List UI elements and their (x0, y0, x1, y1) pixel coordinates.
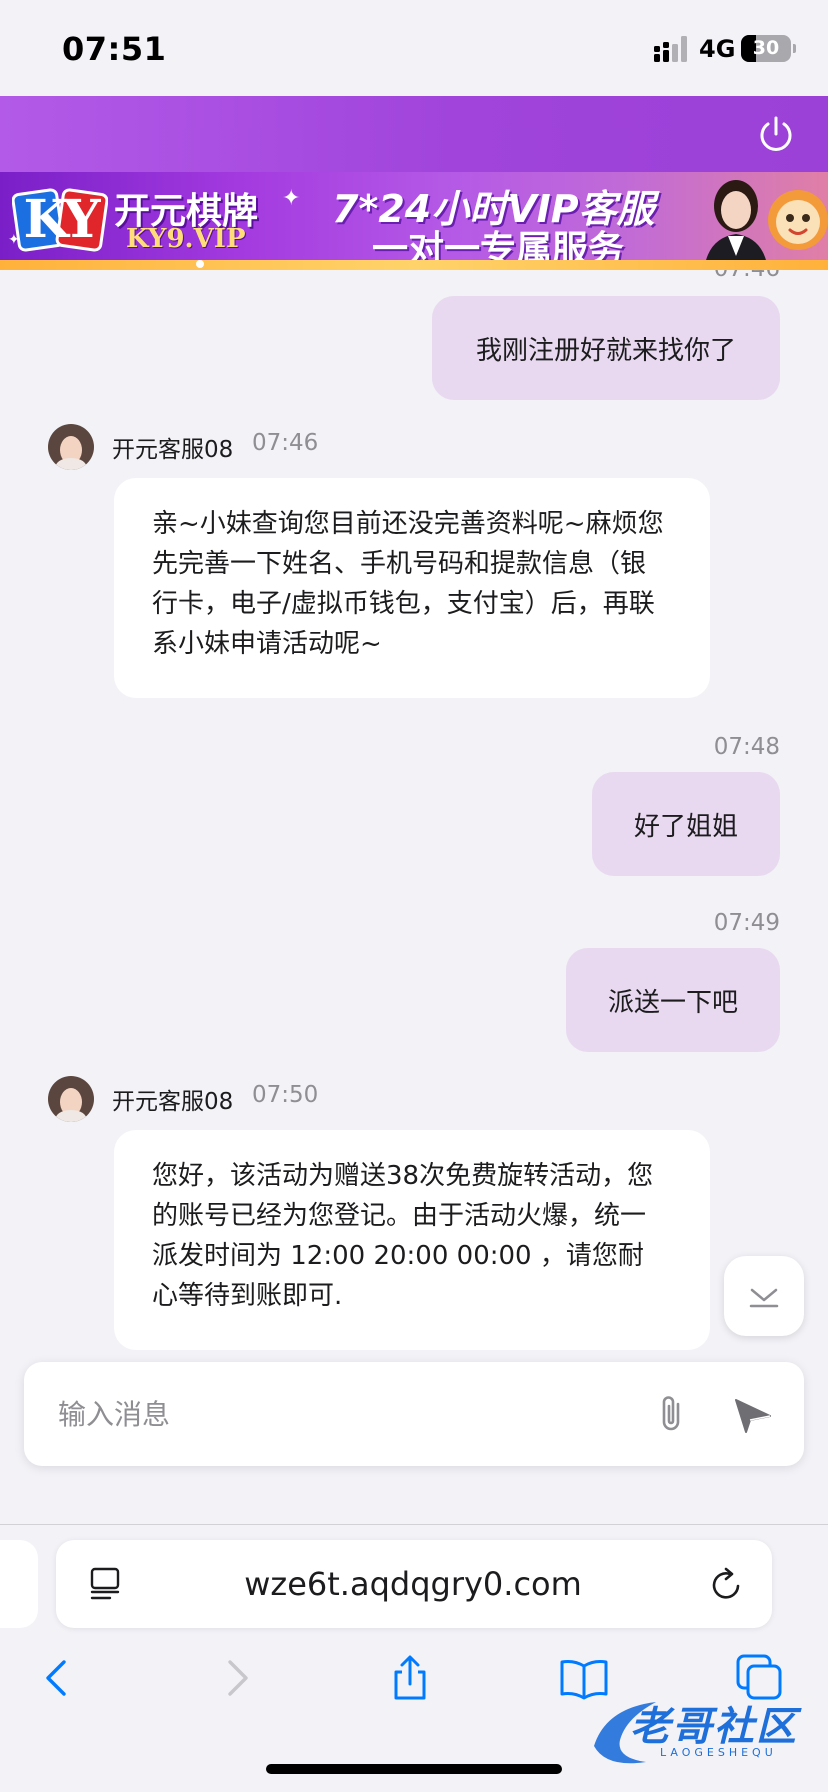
promo-banner[interactable]: KY 开元棋牌 KY9.VIP ✦ ✦ 7*24小时VIP客服 一对一专属服务 (0, 172, 828, 270)
send-icon[interactable] (730, 1392, 774, 1436)
message-text: 好了姐姐 (634, 811, 739, 842)
sparkle-icon: ✦ (282, 186, 301, 211)
battery-cap (793, 44, 796, 53)
paperclip-icon[interactable] (650, 1392, 694, 1436)
incoming-message-bubble: 亲~小妹查询您目前还没完善资料呢~麻烦您 先完善一下姓名、手机号码和提款信息（银… (114, 478, 710, 698)
forward-icon[interactable] (210, 1652, 262, 1704)
message-line: 心等待到账即可. (152, 1281, 343, 1311)
back-icon[interactable] (32, 1652, 84, 1704)
watermark-text: 老哥社区 (630, 1704, 798, 1750)
message-time: 07:46 (252, 430, 319, 456)
reload-icon[interactable] (708, 1564, 746, 1604)
message-time: 07:48 (713, 734, 780, 760)
outgoing-message-bubble: 好了姐姐 (592, 772, 780, 876)
status-time: 07:51 (62, 30, 167, 68)
message-line: 先完善一下姓名、手机号码和提款信息（银 (152, 549, 647, 579)
message-line: 您好，该活动为赠送38次免费旋转活动，您 (152, 1161, 654, 1191)
message-time: 07:46 (714, 270, 780, 282)
message-composer (24, 1362, 804, 1466)
chat-header (0, 96, 828, 172)
watermark-subtext: LAOGESHEQU (660, 1746, 777, 1759)
outgoing-message-bubble: 我刚注册好就来找你了 (432, 296, 780, 400)
message-line: 亲~小妹查询您目前还没完善资料呢~麻烦您 (152, 509, 664, 539)
outgoing-message-bubble: 派送一下吧 (566, 948, 780, 1052)
message-line: 的账号已经为您登记。由于活动火爆，统一 (152, 1201, 647, 1231)
battery-level: 30 (752, 37, 780, 59)
network-type: 4G (699, 35, 736, 63)
previous-tab-preview[interactable] (0, 1540, 38, 1628)
battery-icon: 30 (741, 35, 791, 62)
sparkle-icon: ✦ (8, 232, 20, 248)
message-text: 我刚注册好就来找你了 (475, 335, 736, 366)
brand-domain: KY9.VIP (126, 224, 246, 254)
agent-avatar[interactable] (48, 424, 94, 470)
agent-name: 开元客服08 (112, 1089, 234, 1115)
status-bar: 07:51 4G 30 (0, 0, 828, 96)
message-list[interactable]: 07:46 我刚注册好就来找你了 开元客服08 07:46 亲~小妹查询您目前还… (0, 270, 828, 1360)
chevron-down-icon (749, 1288, 779, 1308)
share-icon[interactable] (384, 1652, 436, 1704)
power-button[interactable] (756, 114, 796, 154)
incoming-message-bubble: 您好，该活动为赠送38次免费旋转活动，您 的账号已经为您登记。由于活动火爆，统一… (114, 1130, 710, 1350)
message-time: 07:49 (713, 910, 780, 936)
page-menu-icon[interactable] (88, 1566, 122, 1602)
logo-text: KY (23, 189, 101, 250)
agent-avatar[interactable] (48, 1076, 94, 1122)
url-text: wze6t.aqdqgry0.com (244, 1565, 582, 1603)
banner-page-dot (196, 260, 204, 268)
home-indicator (266, 1764, 562, 1774)
address-bar[interactable]: wze6t.aqdqgry0.com (56, 1540, 772, 1628)
message-line: 派发时间为 12:00 20:00 00:00 ，请您耐 (152, 1241, 644, 1271)
robot-mascot-icon (768, 190, 828, 250)
message-text: 派送一下吧 (608, 987, 739, 1018)
message-time: 07:50 (252, 1082, 319, 1108)
message-line: 行卡，电子/虚拟币钱包，支付宝）后，再联 (152, 589, 655, 619)
message-input[interactable] (58, 1388, 618, 1440)
signal-icon (654, 36, 687, 62)
scroll-to-bottom-button[interactable] (724, 1256, 804, 1336)
agent-name: 开元客服08 (112, 437, 234, 463)
message-line: 系小妹申请活动呢~ (152, 629, 382, 659)
banner-bottom-strip (0, 260, 828, 270)
